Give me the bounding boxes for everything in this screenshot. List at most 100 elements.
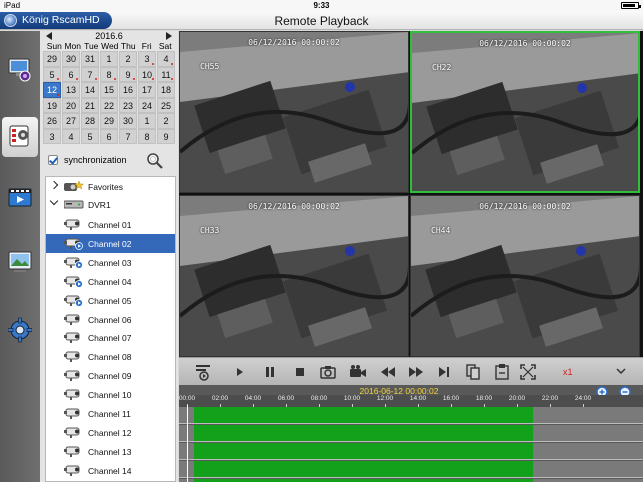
calendar-day[interactable]: 9: [157, 128, 175, 144]
calendar-day[interactable]: 24: [138, 97, 156, 113]
rail-settings-button[interactable]: [2, 311, 38, 351]
channel-item[interactable]: Channel 05: [46, 291, 175, 310]
channel-item[interactable]: Channel 06: [46, 310, 175, 329]
channel-item[interactable]: Channel 10: [46, 385, 175, 404]
channel-item[interactable]: Channel 12: [46, 423, 175, 442]
channel-item[interactable]: Channel 14: [46, 461, 175, 480]
calendar-day[interactable]: 14: [81, 82, 99, 98]
channel-item[interactable]: Channel 09: [46, 366, 175, 385]
pause-button[interactable]: [261, 363, 279, 381]
chevron-down-icon[interactable]: [49, 196, 59, 206]
video-tile[interactable]: 06/12/2016 00:00:02 CH55: [179, 31, 409, 193]
channel-item[interactable]: Channel 07: [46, 328, 175, 347]
calendar-day[interactable]: 29: [43, 51, 61, 67]
camera-icon: [64, 314, 80, 325]
calendar-day[interactable]: 8: [100, 66, 118, 82]
calendar-day[interactable]: 13: [62, 82, 80, 98]
search-icon[interactable]: [146, 152, 164, 170]
calendar-day[interactable]: 28: [81, 113, 99, 129]
rewind-button[interactable]: [379, 363, 397, 381]
timeline-track[interactable]: [179, 425, 643, 442]
tree-item-favorites[interactable]: Favorites: [46, 177, 175, 196]
calendar-day[interactable]: 7: [81, 66, 99, 82]
video-tile[interactable]: 06/12/2016 00:00:02 CH33: [179, 195, 409, 357]
rail-video-library-button[interactable]: [2, 179, 38, 219]
next-frame-button[interactable]: [435, 363, 453, 381]
recording-segment[interactable]: [193, 425, 534, 441]
rail-live-view-button[interactable]: [2, 51, 38, 91]
calendar-day[interactable]: 1: [138, 113, 156, 129]
calendar-day[interactable]: 10: [138, 66, 156, 82]
channel-item[interactable]: Channel 02: [46, 233, 175, 253]
channel-item[interactable]: Channel 11: [46, 404, 175, 423]
calendar-day[interactable]: 8: [138, 128, 156, 144]
timeline-track[interactable]: [179, 443, 643, 460]
calendar-day[interactable]: 22: [100, 97, 118, 113]
calendar-day[interactable]: 21: [81, 97, 99, 113]
calendar-day[interactable]: 3: [43, 128, 61, 144]
calendar-day[interactable]: 11: [157, 66, 175, 82]
fast-forward-button[interactable]: [407, 363, 425, 381]
calendar-day[interactable]: 16: [119, 82, 137, 98]
play-button[interactable]: [231, 363, 249, 381]
recording-segment[interactable]: [193, 443, 534, 459]
channel-item[interactable]: Channel 13: [46, 442, 175, 461]
calendar-day[interactable]: 15: [100, 82, 118, 98]
calendar-day[interactable]: 20: [62, 97, 80, 113]
playback-speed[interactable]: x1: [563, 367, 573, 377]
sync-checkbox[interactable]: [48, 155, 58, 165]
calendar-day[interactable]: 3: [138, 51, 156, 67]
stop-button[interactable]: [291, 363, 309, 381]
calendar-day[interactable]: 4: [157, 51, 175, 67]
calendar-day[interactable]: 5: [43, 66, 61, 82]
calendar-day[interactable]: 9: [119, 66, 137, 82]
recording-segment[interactable]: [193, 461, 534, 477]
calendar-day[interactable]: 29: [100, 113, 118, 129]
calendar-day[interactable]: 1: [100, 51, 118, 67]
calendar-day[interactable]: 23: [119, 97, 137, 113]
calendar-day[interactable]: 5: [81, 128, 99, 144]
video-tile[interactable]: 06/12/2016 00:00:02 CH44: [410, 195, 640, 357]
calendar-day[interactable]: 31: [81, 51, 99, 67]
calendar-day[interactable]: 2: [157, 113, 175, 129]
calendar-day[interactable]: 30: [119, 113, 137, 129]
calendar-day[interactable]: 6: [62, 66, 80, 82]
recording-segment[interactable]: [193, 407, 534, 423]
chevron-down-icon[interactable]: [616, 367, 626, 375]
timeline-cursor[interactable]: [187, 405, 188, 482]
channel-item[interactable]: Channel 04: [46, 272, 175, 291]
rail-image-gallery-button[interactable]: [2, 243, 38, 283]
snapshot-button[interactable]: [319, 363, 337, 381]
calendar-day[interactable]: 12: [43, 82, 61, 98]
calendar-day[interactable]: 25: [157, 97, 175, 113]
calendar-day[interactable]: 18: [157, 82, 175, 98]
calendar-day[interactable]: 30: [62, 51, 80, 67]
tree-item-dvr1[interactable]: DVR1: [46, 195, 175, 214]
calendar-day[interactable]: 2: [119, 51, 137, 67]
synchronization-toggle[interactable]: synchronization: [48, 153, 178, 169]
video-tile[interactable]: 06/12/2016 00:00:02 CH22: [410, 31, 640, 193]
calendar-day[interactable]: 17: [138, 82, 156, 98]
calendar-day[interactable]: 6: [100, 128, 118, 144]
rail-playback-button[interactable]: [2, 117, 38, 157]
next-month-icon[interactable]: [166, 32, 172, 40]
timeline-track[interactable]: [179, 407, 643, 424]
calendar-day[interactable]: 7: [119, 128, 137, 144]
live-view-icon: [8, 58, 31, 82]
timeline-track[interactable]: [179, 461, 643, 478]
record-button[interactable]: [349, 363, 367, 381]
channel-item[interactable]: Channel 08: [46, 347, 175, 366]
channel-item[interactable]: Channel 01: [46, 215, 175, 234]
calendar-day[interactable]: 19: [43, 97, 61, 113]
timeline[interactable]: 2016-06-12 00:00:02 00:00 02:00 04:00 06:00…: [179, 385, 643, 482]
copy-clip-button[interactable]: [464, 363, 482, 381]
fullscreen-button[interactable]: [519, 363, 537, 381]
calendar-day[interactable]: 26: [43, 113, 61, 129]
calendar-day[interactable]: 4: [62, 128, 80, 144]
channel-item[interactable]: Channel 03: [46, 253, 175, 272]
chevron-right-icon[interactable]: [49, 180, 59, 190]
paste-clip-button[interactable]: [493, 363, 511, 381]
playback-mode-button[interactable]: [194, 363, 212, 381]
channel-label: Channel 01: [88, 220, 132, 230]
calendar-day[interactable]: 27: [62, 113, 80, 129]
